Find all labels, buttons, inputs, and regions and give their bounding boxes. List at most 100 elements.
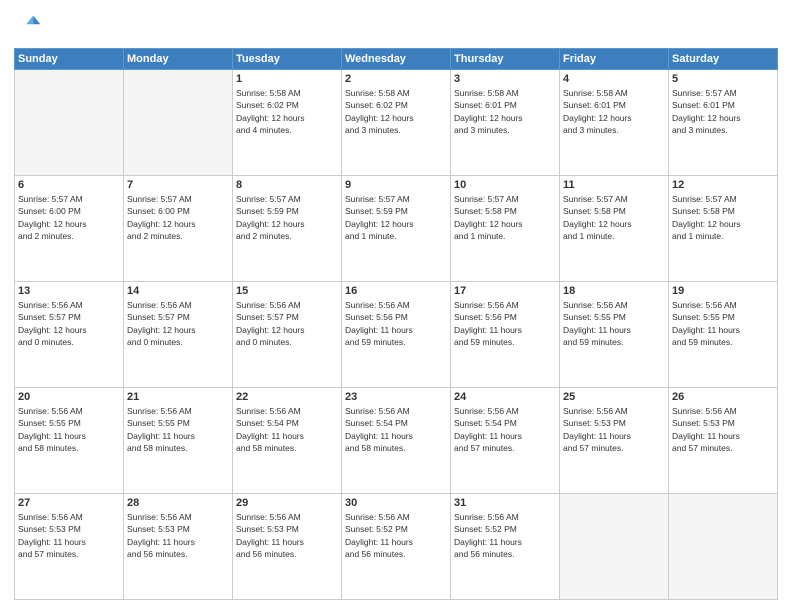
day-info: Sunrise: 5:56 AMSunset: 5:57 PMDaylight:… bbox=[236, 299, 338, 348]
day-number: 28 bbox=[127, 497, 229, 509]
day-number: 17 bbox=[454, 285, 556, 297]
day-info: Sunrise: 5:56 AMSunset: 5:53 PMDaylight:… bbox=[236, 511, 338, 560]
day-cell: 5 Sunrise: 5:57 AMSunset: 6:01 PMDaylight… bbox=[669, 70, 778, 176]
day-info: Sunrise: 5:56 AMSunset: 5:54 PMDaylight:… bbox=[345, 405, 447, 454]
day-cell: 20 Sunrise: 5:56 AMSunset: 5:55 PMDayligh… bbox=[15, 388, 124, 494]
day-cell: 25Sunrise: 5:56 AMSunset: 5:53 PMDayligh… bbox=[560, 388, 669, 494]
day-number: 31 bbox=[454, 497, 556, 509]
day-info: Sunrise: 5:56 AMSunset: 5:55 PMDaylight:… bbox=[672, 299, 774, 348]
day-number: 9 bbox=[345, 179, 447, 191]
day-info: Sunrise: 5:56 AMSunset: 5:54 PMDaylight:… bbox=[454, 405, 556, 454]
day-number: 2 bbox=[345, 73, 447, 85]
day-info: Sunrise: 5:56 AMSunset: 5:52 PMDaylight:… bbox=[454, 511, 556, 560]
day-info: Sunrise: 5:56 AMSunset: 5:56 PMDaylight:… bbox=[345, 299, 447, 348]
day-cell: 28 Sunrise: 5:56 AMSunset: 5:53 PMDayligh… bbox=[124, 494, 233, 600]
day-cell: 27 Sunrise: 5:56 AMSunset: 5:53 PMDayligh… bbox=[15, 494, 124, 600]
day-cell: 1 Sunrise: 5:58 AMSunset: 6:02 PMDaylight… bbox=[233, 70, 342, 176]
day-cell: 19 Sunrise: 5:56 AMSunset: 5:55 PMDayligh… bbox=[669, 282, 778, 388]
day-cell: 23 Sunrise: 5:56 AMSunset: 5:54 PMDayligh… bbox=[342, 388, 451, 494]
day-cell: 3Sunrise: 5:58 AMSunset: 6:01 PMDaylight… bbox=[451, 70, 560, 176]
day-cell: 2 Sunrise: 5:58 AMSunset: 6:02 PMDaylight… bbox=[342, 70, 451, 176]
calendar-header: SundayMondayTuesdayWednesdayThursdayFrid… bbox=[15, 49, 778, 70]
day-cell: 12 Sunrise: 5:57 AMSunset: 5:58 PMDayligh… bbox=[669, 176, 778, 282]
day-number: 5 bbox=[672, 73, 774, 85]
day-number: 21 bbox=[127, 391, 229, 403]
day-number: 4 bbox=[563, 73, 665, 85]
day-info: Sunrise: 5:56 AMSunset: 5:55 PMDaylight:… bbox=[127, 405, 229, 454]
weekday-thursday: Thursday bbox=[451, 49, 560, 70]
day-cell: 8 Sunrise: 5:57 AMSunset: 5:59 PMDaylight… bbox=[233, 176, 342, 282]
day-cell: 15 Sunrise: 5:56 AMSunset: 5:57 PMDayligh… bbox=[233, 282, 342, 388]
day-info: Sunrise: 5:56 AMSunset: 5:54 PMDaylight:… bbox=[236, 405, 338, 454]
day-info: Sunrise: 5:56 AMSunset: 5:52 PMDaylight:… bbox=[345, 511, 447, 560]
day-cell: 24 Sunrise: 5:56 AMSunset: 5:54 PMDayligh… bbox=[451, 388, 560, 494]
day-info: Sunrise: 5:57 AMSunset: 5:59 PMDaylight:… bbox=[345, 193, 447, 242]
weekday-row: SundayMondayTuesdayWednesdayThursdayFrid… bbox=[15, 49, 778, 70]
week-row-4: 27 Sunrise: 5:56 AMSunset: 5:53 PMDayligh… bbox=[15, 494, 778, 600]
day-cell: 16 Sunrise: 5:56 AMSunset: 5:56 PMDayligh… bbox=[342, 282, 451, 388]
day-number: 8 bbox=[236, 179, 338, 191]
day-info: Sunrise: 5:58 AMSunset: 6:02 PMDaylight:… bbox=[345, 87, 447, 136]
day-cell: 31 Sunrise: 5:56 AMSunset: 5:52 PMDayligh… bbox=[451, 494, 560, 600]
day-info: Sunrise: 5:58 AMSunset: 6:01 PMDaylight:… bbox=[563, 87, 665, 136]
day-number: 11 bbox=[563, 179, 665, 191]
day-cell bbox=[15, 70, 124, 176]
day-cell: 13Sunrise: 5:56 AMSunset: 5:57 PMDayligh… bbox=[15, 282, 124, 388]
day-cell: 10 Sunrise: 5:57 AMSunset: 5:58 PMDayligh… bbox=[451, 176, 560, 282]
header bbox=[14, 12, 778, 40]
day-cell: 11 Sunrise: 5:57 AMSunset: 5:58 PMDayligh… bbox=[560, 176, 669, 282]
logo-icon bbox=[14, 12, 42, 40]
day-cell: 4 Sunrise: 5:58 AMSunset: 6:01 PMDaylight… bbox=[560, 70, 669, 176]
day-number: 30 bbox=[345, 497, 447, 509]
day-cell: 9 Sunrise: 5:57 AMSunset: 5:59 PMDaylight… bbox=[342, 176, 451, 282]
day-number: 16 bbox=[345, 285, 447, 297]
day-number: 23 bbox=[345, 391, 447, 403]
day-number: 15 bbox=[236, 285, 338, 297]
day-info: Sunrise: 5:56 AMSunset: 5:56 PMDaylight:… bbox=[454, 299, 556, 348]
day-number: 6 bbox=[18, 179, 120, 191]
day-info: Sunrise: 5:57 AMSunset: 6:00 PMDaylight:… bbox=[18, 193, 120, 242]
day-number: 20 bbox=[18, 391, 120, 403]
day-number: 19 bbox=[672, 285, 774, 297]
day-info: Sunrise: 5:56 AMSunset: 5:53 PMDaylight:… bbox=[18, 511, 120, 560]
day-cell: 17 Sunrise: 5:56 AMSunset: 5:56 PMDayligh… bbox=[451, 282, 560, 388]
day-info: Sunrise: 5:56 AMSunset: 5:53 PMDaylight:… bbox=[672, 405, 774, 454]
day-info: Sunrise: 5:56 AMSunset: 5:57 PMDaylight:… bbox=[127, 299, 229, 348]
weekday-friday: Friday bbox=[560, 49, 669, 70]
day-info: Sunrise: 5:56 AMSunset: 5:53 PMDaylight:… bbox=[127, 511, 229, 560]
day-number: 18 bbox=[563, 285, 665, 297]
weekday-sunday: Sunday bbox=[15, 49, 124, 70]
day-info: Sunrise: 5:57 AMSunset: 6:01 PMDaylight:… bbox=[672, 87, 774, 136]
day-info: Sunrise: 5:57 AMSunset: 5:58 PMDaylight:… bbox=[563, 193, 665, 242]
day-number: 14 bbox=[127, 285, 229, 297]
calendar-body: 1 Sunrise: 5:58 AMSunset: 6:02 PMDaylight… bbox=[15, 70, 778, 600]
day-cell bbox=[669, 494, 778, 600]
day-cell: 6 Sunrise: 5:57 AMSunset: 6:00 PMDaylight… bbox=[15, 176, 124, 282]
day-number: 29 bbox=[236, 497, 338, 509]
day-info: Sunrise: 5:57 AMSunset: 5:58 PMDaylight:… bbox=[672, 193, 774, 242]
day-cell: 18 Sunrise: 5:56 AMSunset: 5:55 PMDayligh… bbox=[560, 282, 669, 388]
day-number: 13 bbox=[18, 285, 120, 297]
day-cell bbox=[560, 494, 669, 600]
day-info: Sunrise: 5:57 AMSunset: 5:58 PMDaylight:… bbox=[454, 193, 556, 242]
day-info: Sunrise: 5:57 AMSunset: 5:59 PMDaylight:… bbox=[236, 193, 338, 242]
day-number: 27 bbox=[18, 497, 120, 509]
day-info: Sunrise: 5:56 AMSunset: 5:55 PMDaylight:… bbox=[18, 405, 120, 454]
day-number: 1 bbox=[236, 73, 338, 85]
day-info: Sunrise: 5:58 AMSunset: 6:02 PMDaylight:… bbox=[236, 87, 338, 136]
day-cell bbox=[124, 70, 233, 176]
weekday-tuesday: Tuesday bbox=[233, 49, 342, 70]
day-cell: 14 Sunrise: 5:56 AMSunset: 5:57 PMDayligh… bbox=[124, 282, 233, 388]
day-cell: 30 Sunrise: 5:56 AMSunset: 5:52 PMDayligh… bbox=[342, 494, 451, 600]
week-row-2: 13 Sunrise: 5:56 AMSunset: 5:57 PMDayligh… bbox=[15, 282, 778, 388]
weekday-monday: Monday bbox=[124, 49, 233, 70]
day-number: 24 bbox=[454, 391, 556, 403]
day-cell: 21 Sunrise: 5:56 AMSunset: 5:55 PMDayligh… bbox=[124, 388, 233, 494]
day-cell: 29 Sunrise: 5:56 AMSunset: 5:53 PMDayligh… bbox=[233, 494, 342, 600]
day-number: 12 bbox=[672, 179, 774, 191]
day-cell: 22Sunrise: 5:56 AMSunset: 5:54 PMDayligh… bbox=[233, 388, 342, 494]
week-row-1: 6 Sunrise: 5:57 AMSunset: 6:00 PMDaylight… bbox=[15, 176, 778, 282]
day-info: Sunrise: 5:56 AMSunset: 5:53 PMDaylight:… bbox=[563, 405, 665, 454]
day-number: 10 bbox=[454, 179, 556, 191]
day-info: Sunrise: 5:56 AMSunset: 5:55 PMDaylight:… bbox=[563, 299, 665, 348]
